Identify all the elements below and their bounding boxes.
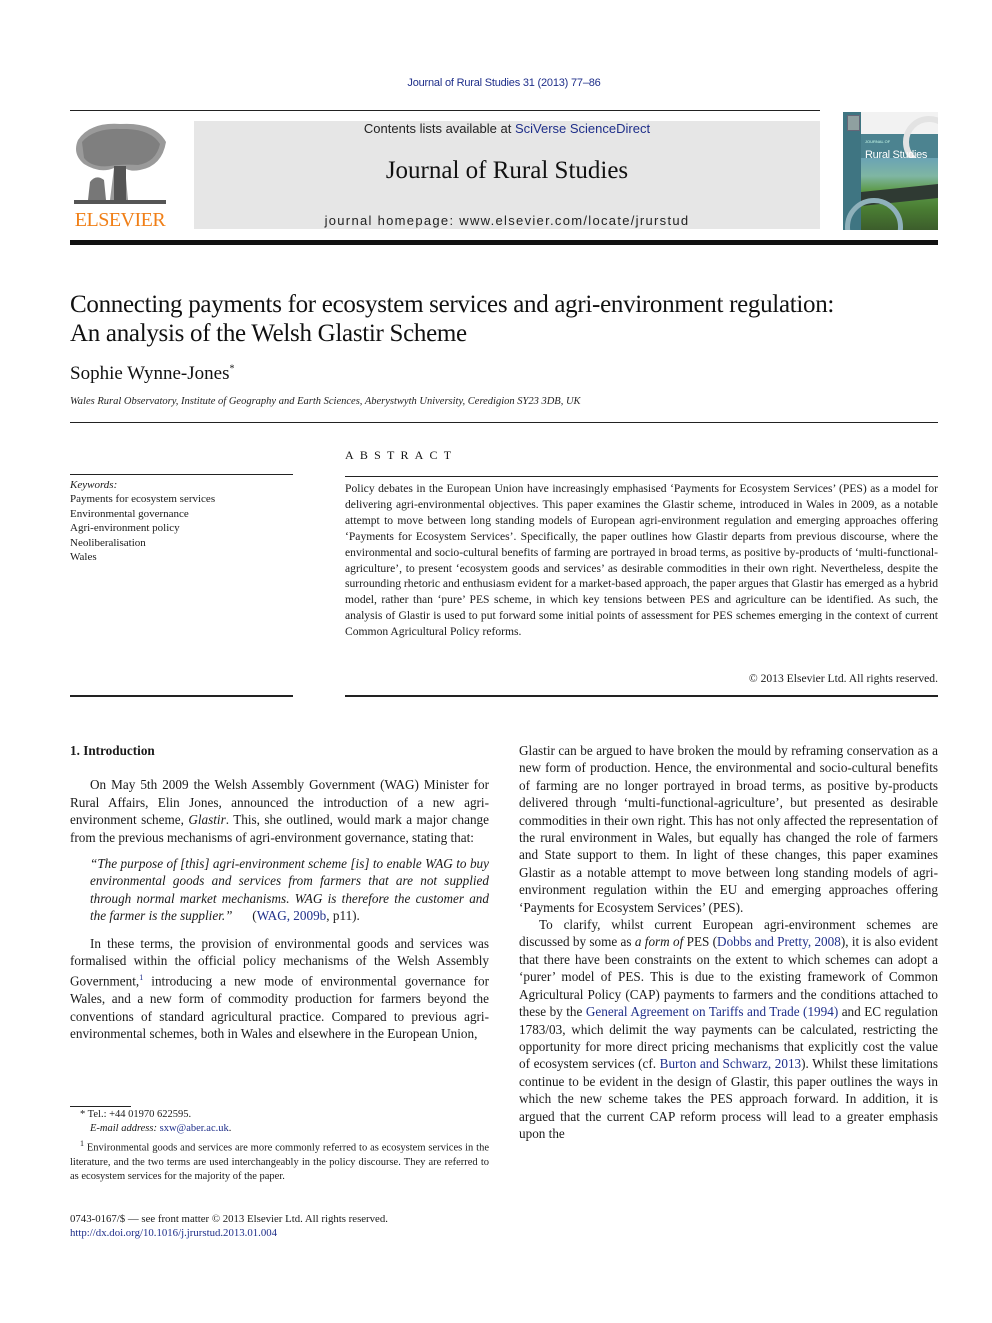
intro-paragraph-4-italic: a form of — [634, 934, 684, 950]
body-column-right: Glastir can be argued to have broken the… — [519, 742, 938, 1142]
keywords-label: Keywords: — [70, 479, 118, 491]
abstract-rule-top — [345, 476, 938, 477]
author-affiliation: Wales Rural Observatory, Institute of Ge… — [70, 396, 581, 407]
quote-citation-close: , p11). — [326, 908, 360, 924]
author-name-text: Sophie Wynne-Jones — [70, 363, 230, 384]
doi-link[interactable]: http://dx.doi.org/10.1016/j.jrurstud.201… — [70, 1226, 489, 1240]
title-rule — [70, 422, 938, 423]
sciencedirect-link[interactable]: SciVerse ScienceDirect — [515, 121, 650, 136]
header-rule-top — [70, 110, 820, 111]
keyword-item: Agri-environment policy — [70, 522, 180, 535]
intro-paragraph-1: On May 5th 2009 the Welsh Assembly Gover… — [70, 776, 489, 846]
block-quote: “The purpose of [this] agri-environment … — [90, 855, 489, 925]
footnote-1: 1 Environmental goods and services are m… — [70, 1137, 489, 1185]
running-head-citation[interactable]: Journal of Rural Studies 31 (2013) 77–86 — [0, 77, 992, 89]
intro-paragraph-4: To clarify, whilst current European agri… — [519, 916, 938, 1142]
abstract-rule-bottom — [345, 695, 938, 697]
footnote-email: E-mail address: sxw@aber.ac.uk. — [70, 1122, 489, 1136]
intro-paragraph-2: In these terms, the provision of environ… — [70, 935, 489, 1043]
author-email-link[interactable]: sxw@aber.ac.uk — [160, 1123, 229, 1134]
keyword-item: Wales — [70, 551, 97, 564]
citation-link-wag-2009b[interactable]: WAG, 2009b — [257, 908, 327, 923]
quote-citation: (WAG, 2009b, p11). — [252, 908, 360, 923]
footnote-email-label: E-mail address: — [90, 1123, 160, 1135]
issn-line: 0743-0167/$ — see front matter © 2013 El… — [70, 1213, 388, 1225]
journal-cover-image[interactable]: JOURNAL OF Rural Studies — [843, 112, 938, 230]
journal-header-box: Contents lists available at SciVerse Sci… — [194, 121, 820, 229]
keyword-item: Environmental governance — [70, 507, 189, 520]
section-heading-introduction: 1. Introduction — [70, 743, 155, 758]
journal-name: Journal of Rural Studies — [385, 157, 629, 184]
abstract-text: Policy debates in the European Union hav… — [345, 482, 938, 639]
keyword-item: Payments for ecosystem services — [70, 493, 216, 506]
author-footnote-mark[interactable]: * — [229, 364, 234, 375]
article-title-line-1: Connecting payments for ecosystem servic… — [70, 291, 835, 318]
footnote-telephone: * Tel.: +44 01970 622595. — [80, 1109, 192, 1120]
citation-link-gatt-1994[interactable]: General Agreement on Tariffs and Trade (… — [586, 1004, 838, 1019]
article-title: Connecting payments for ecosystem servic… — [70, 290, 950, 348]
abstract-copyright: © 2013 Elsevier Ltd. All rights reserved… — [748, 672, 938, 685]
front-matter: 0743-0167/$ — see front matter © 2013 El… — [70, 1212, 489, 1241]
author-name[interactable]: Sophie Wynne-Jones* — [70, 363, 234, 385]
intro-paragraph-1-italic: Glastir — [188, 812, 226, 828]
footnotes: * Tel.: +44 01970 622595. E-mail address… — [70, 1108, 489, 1185]
footnote-1-text: Environmental goods and services are mor… — [70, 1142, 489, 1183]
elsevier-logo[interactable]: ELSEVIER — [70, 120, 170, 232]
keyword-item: Neoliberalisation — [70, 536, 146, 549]
body-column-left: 1. Introduction On May 5th 2009 the Wels… — [70, 742, 489, 1042]
footnote-email-end: . — [228, 1123, 232, 1135]
elsevier-wordmark: ELSEVIER — [74, 209, 166, 231]
elsevier-tree-icon — [70, 120, 170, 208]
footnote-rule — [70, 1106, 131, 1107]
header-rule-thick — [70, 240, 938, 245]
citation-link-burton-schwarz-2013[interactable]: Burton and Schwarz, 2013 — [660, 1056, 802, 1071]
keywords-rule-top — [70, 474, 293, 475]
cover-publisher-icon — [847, 115, 860, 131]
keywords-block: Keywords: Payments for ecosystem service… — [70, 478, 293, 564]
article-title-line-2: An analysis of the Welsh Glastir Scheme — [70, 320, 467, 347]
intro-paragraph-4-text-b: PES ( — [683, 934, 718, 950]
journal-homepage[interactable]: journal homepage: www.elsevier.com/locat… — [194, 213, 820, 228]
intro-paragraph-3: Glastir can be argued to have broken the… — [519, 743, 938, 915]
contents-availability: Contents lists available at SciVerse Sci… — [194, 121, 820, 136]
contents-prefix: Contents lists available at — [363, 121, 515, 136]
citation-link-dobbs-pretty-2008[interactable]: Dobbs and Pretty, 2008 — [717, 934, 841, 949]
abstract-heading: ABSTRACT — [345, 448, 458, 462]
keywords-rule-bottom — [70, 695, 293, 697]
